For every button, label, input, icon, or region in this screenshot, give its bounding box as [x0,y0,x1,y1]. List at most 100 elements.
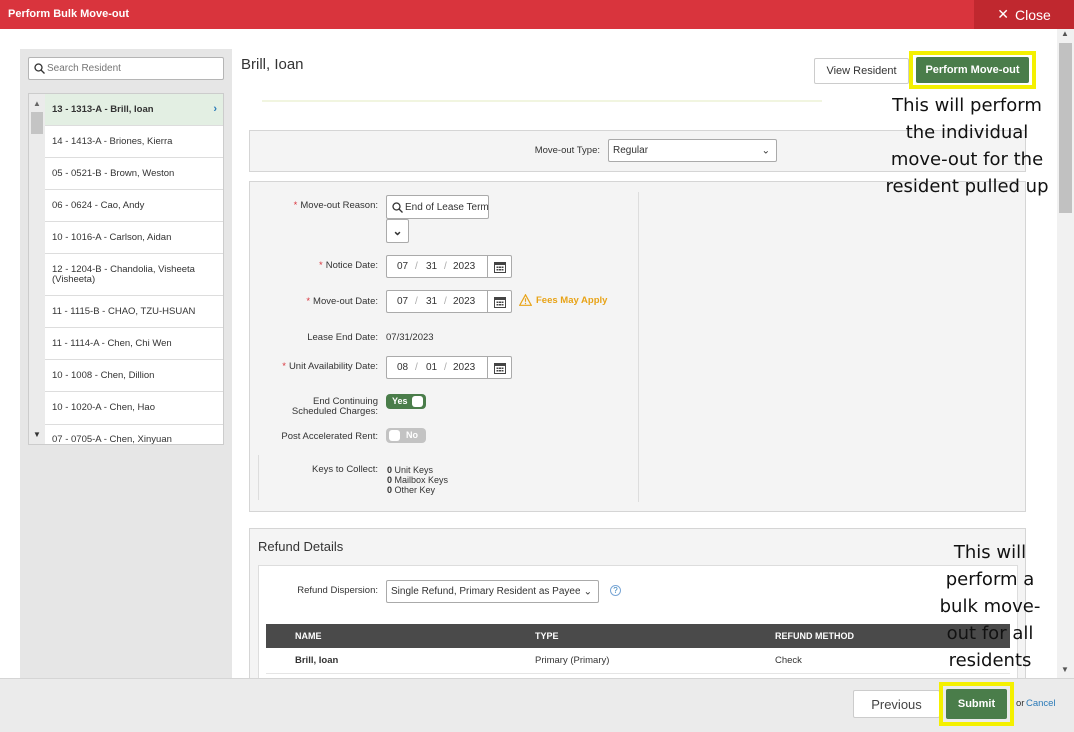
date-month: 07 [397,296,409,307]
reason-label: * Move-out Reason: [293,200,378,211]
resident-item-label: 11 - 1114-A - Chen, Chi Wen [52,337,172,349]
end-charges-label: End Continuing Scheduled Charges: [291,396,378,417]
moveout-type-select[interactable]: Regular ⌄ [608,139,777,162]
reason-dropdown-toggle[interactable]: ⌄ [386,219,409,243]
table-row: Brill, Ioan Primary (Primary) Check [266,648,1010,674]
search-icon [34,63,45,74]
date-month: 08 [397,362,409,373]
toggle-value: Yes [392,396,408,406]
date-day: 31 [426,261,438,272]
resident-item[interactable]: 12 - 1204-B - Chandolia, Visheeta (Vishe… [45,254,223,296]
keys-divider [258,455,259,500]
resident-item[interactable]: 05 - 0521-B - Brown, Weston [45,158,223,190]
resident-list-scrollbar[interactable]: ▲ ▼ [29,94,45,444]
cancel-link[interactable]: Cancel [1026,698,1056,709]
date-year: 2023 [453,296,476,307]
date-month: 07 [397,261,409,272]
column-header-type: TYPE [535,631,559,641]
resident-item-label: 05 - 0521-B - Brown, Weston [52,167,175,179]
refund-heading: Refund Details [258,539,344,554]
resident-item-label: 10 - 1020-A - Chen, Hao [52,402,155,414]
refund-type: Primary (Primary) [535,655,610,666]
date-day: 01 [426,362,438,373]
resident-item-label: 11 - 1115-B - CHAO, TZU-HSUAN [52,305,196,317]
resident-item[interactable]: 07 - 0705-A - Chen, Xinyuan [45,425,223,445]
refund-dispersion-label: Refund Dispersion: [297,585,378,596]
close-label: Close [1014,6,1051,23]
chevron-down-icon: ⌄ [761,145,770,156]
resident-item[interactable]: 10 - 1008 - Chen, Dillion [45,360,223,392]
toggle-knob [412,396,423,407]
annotation-individual: This will perform the individual move-ou… [885,95,1049,197]
resident-item-label: 13 - 1313-A - Brill, Ioan [52,103,154,115]
column-header-method: REFUND METHOD [775,631,854,641]
submit-button[interactable]: Submit [946,689,1007,719]
scroll-down-icon[interactable]: ▼ [1061,665,1069,674]
resident-name-heading: Brill, Ioan [241,56,304,73]
calendar-icon[interactable] [487,291,511,312]
calendar-icon[interactable] [487,357,511,378]
page-scrollbar[interactable]: ▲ ▼ [1057,29,1074,678]
resident-item-label: 12 - 1204-B - Chandolia, Visheeta (Vishe… [52,263,195,285]
or-text: or [1016,698,1025,709]
accelerated-rent-label: Post Accelerated Rent: [281,431,378,442]
view-resident-button[interactable]: View Resident [814,58,909,84]
resident-item[interactable]: 06 - 0624 - Cao, Andy [45,190,223,222]
unit-availability-label: * Unit Availability Date: [282,361,378,372]
search-input[interactable] [47,61,217,76]
resident-item-label: 10 - 1016-A - Carlson, Aidan [52,231,172,243]
search-box[interactable] [28,57,224,80]
moveout-date-label: * Move-out Date: [306,296,378,307]
scrollbar-thumb[interactable] [1059,43,1072,213]
refund-table-header: NAME TYPE REFUND METHOD [266,624,1010,648]
fees-warning: Fees May Apply [519,294,607,306]
key-item: 0 Other Key [387,485,436,495]
annotation-bulk: This will perform a bulk move- out for a… [939,542,1041,671]
resident-item[interactable]: 10 - 1016-A - Carlson, Aidan [45,222,223,254]
lease-end-value: 07/31/2023 [386,332,434,343]
accelerated-rent-toggle[interactable]: No [386,428,426,443]
scroll-up-icon[interactable]: ▲ [33,99,41,108]
end-charges-toggle[interactable]: Yes [386,394,426,409]
calendar-icon[interactable] [487,256,511,277]
chevron-down-icon: ⌄ [392,224,403,238]
notice-date-label: * Notice Date: [319,260,378,271]
resident-item[interactable]: 10 - 1020-A - Chen, Hao [45,392,223,425]
scroll-up-icon[interactable]: ▲ [1061,29,1069,38]
dialog-title: Perform Bulk Move-out [8,8,130,20]
column-header-name: NAME [295,631,322,641]
close-icon: ✕ [997,6,1009,22]
dialog-titlebar: Perform Bulk Move-out ✕ Close [0,0,1074,29]
perform-moveout-button[interactable]: Perform Move-out [916,57,1029,83]
column-divider [638,192,639,502]
refund-dispersion-select[interactable]: Single Refund, Primary Resident as Payee… [386,580,599,603]
resident-item[interactable]: 14 - 1413-A - Briones, Kierra [45,126,223,158]
scroll-down-icon[interactable]: ▼ [33,430,41,439]
fees-warning-text: Fees May Apply [536,294,608,306]
search-icon [392,202,403,213]
lease-end-label: Lease End Date: [307,332,378,343]
resident-list: ▲ ▼ 13 - 1313-A - Brill, Ioan › 14 - 141… [28,93,224,445]
reason-search-field[interactable]: End of Lease Term [386,195,489,219]
resident-item-label: 14 - 1413-A - Briones, Kierra [52,135,173,147]
date-year: 2023 [453,261,476,272]
moveout-type-value: Regular [613,145,649,156]
resident-item[interactable]: 11 - 1115-B - CHAO, TZU-HSUAN [45,296,223,328]
faint-divider [262,100,822,102]
moveout-date-field[interactable]: 07 / 31 / 2023 [386,290,512,313]
resident-panel: ▲ ▼ 13 - 1313-A - Brill, Ioan › 14 - 141… [20,49,232,678]
scrollbar-thumb[interactable] [31,112,43,134]
resident-item-selected[interactable]: 13 - 1313-A - Brill, Ioan › [45,94,223,126]
refund-name: Brill, Ioan [295,655,339,666]
keys-list: 0 Unit Keys 0 Mailbox Keys 0 Other Key [387,465,448,495]
notice-date-field[interactable]: 07 / 31 / 2023 [386,255,512,278]
resident-item-label: 06 - 0624 - Cao, Andy [52,199,145,211]
close-button[interactable]: ✕ Close [974,0,1074,29]
unit-availability-date-field[interactable]: 08 / 01 / 2023 [386,356,512,379]
previous-button[interactable]: Previous [853,690,940,718]
help-icon[interactable]: ? [610,585,621,596]
resident-item-label: 07 - 0705-A - Chen, Xinyuan [52,433,172,445]
key-item: 0 Mailbox Keys [387,475,449,485]
resident-item[interactable]: 11 - 1114-A - Chen, Chi Wen [45,328,223,360]
toggle-knob [389,430,400,441]
